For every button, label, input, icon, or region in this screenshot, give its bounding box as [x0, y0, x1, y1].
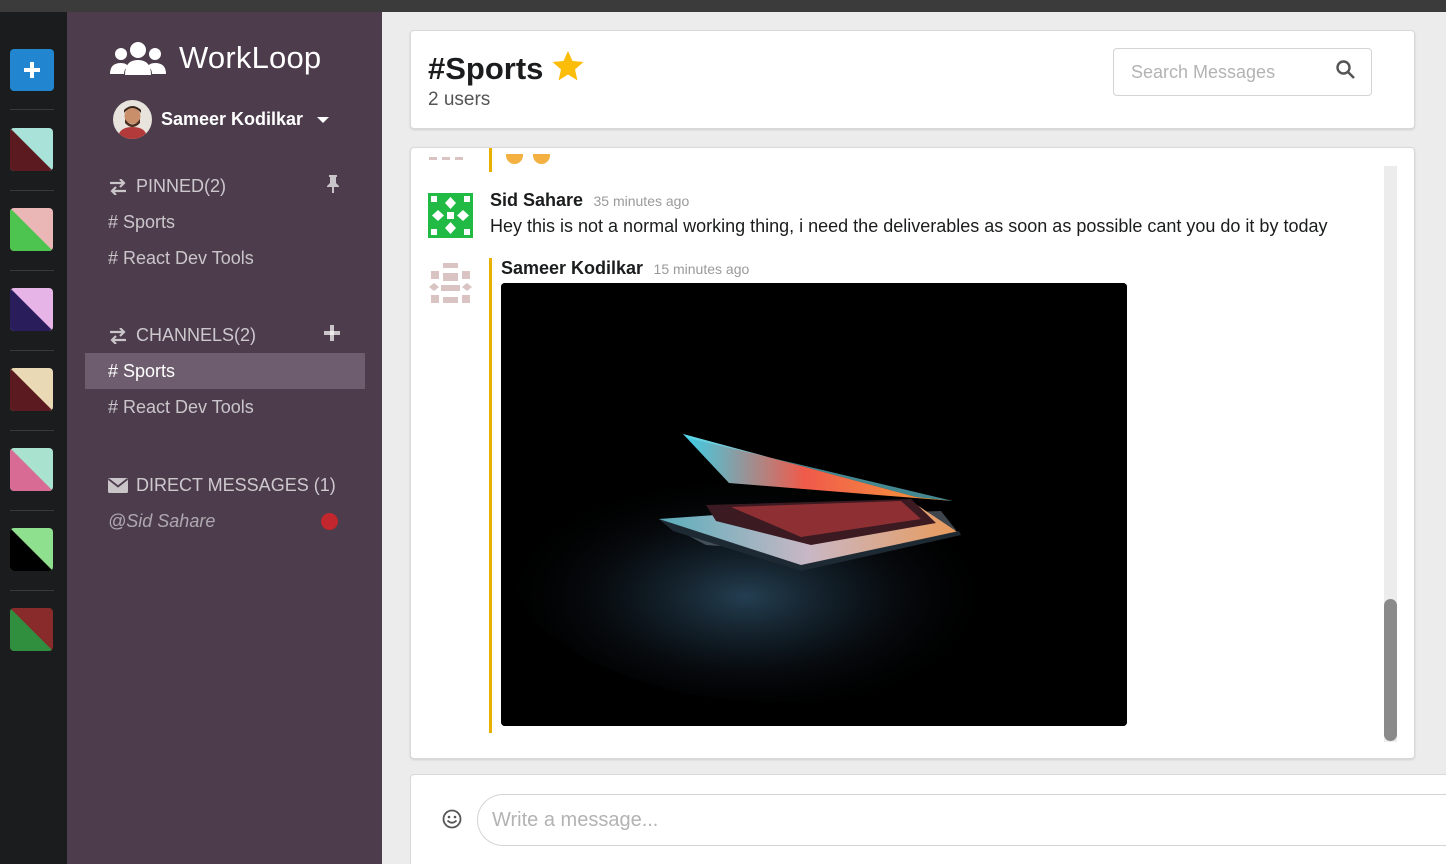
direct-messages-section-header: DIRECT MESSAGES (1)	[108, 475, 340, 496]
app-title: WorkLoop	[179, 40, 322, 75]
exchange-icon	[110, 327, 126, 344]
mail-icon	[108, 478, 128, 493]
scrollbar-thumb[interactable]	[1384, 599, 1397, 741]
rail-divider	[10, 350, 54, 351]
window-top-strip	[0, 0, 1446, 12]
channel-header: #Sports 2 users	[410, 30, 1415, 129]
message-header: Sameer Kodilkar 15 minutes ago	[501, 258, 749, 279]
channel-name: #Sports	[428, 50, 544, 86]
search-icon[interactable]	[1336, 60, 1355, 84]
search-box	[1113, 48, 1372, 96]
thread-bar	[489, 148, 492, 172]
previous-message-avatar	[428, 148, 488, 172]
search-input[interactable]	[1114, 52, 1324, 92]
team-swatch-5[interactable]	[10, 448, 53, 491]
channel-color-rail	[0, 12, 67, 864]
pinned-section-header: PINNED(2)	[108, 175, 340, 198]
dm-item-label: @Sid Sahare	[108, 510, 216, 531]
message-author[interactable]: Sameer Kodilkar	[501, 258, 643, 278]
channels-section-header: CHANNELS(2)	[108, 325, 340, 346]
rail-divider	[10, 190, 54, 191]
brand: WorkLoop	[109, 40, 321, 76]
user-count: 2 users	[428, 89, 491, 110]
message-composer	[410, 774, 1446, 864]
previous-message-emojis	[506, 154, 550, 164]
users-icon	[110, 42, 166, 75]
team-swatch-4[interactable]	[10, 368, 53, 411]
dm-item-sid-sahare[interactable]: @Sid Sahare	[85, 503, 365, 539]
user-name: Sameer Kodilkar	[161, 109, 304, 129]
rail-divider	[10, 270, 54, 271]
avatar	[113, 100, 152, 139]
exchange-icon	[110, 178, 126, 195]
message-text: Hey this is not a normal working thing, …	[490, 216, 1328, 236]
pinned-label: PINNED(2)	[136, 176, 227, 196]
direct-messages-label: DIRECT MESSAGES (1)	[136, 475, 336, 495]
rail-divider	[10, 590, 54, 591]
smile-icon[interactable]	[442, 809, 462, 834]
user-menu[interactable]: Sameer Kodilkar	[113, 100, 330, 139]
pinned-item-react-dev-tools[interactable]: # React Dev Tools	[85, 240, 365, 276]
channels-label: CHANNELS(2)	[136, 325, 257, 345]
star-icon[interactable]	[551, 50, 585, 87]
team-swatch-2[interactable]	[10, 208, 53, 251]
sidebar: WorkLoop Sameer Kodilkar PINNED(2) # Spo…	[67, 12, 382, 864]
message-timestamp: 15 minutes ago	[653, 261, 750, 277]
add-team-button[interactable]	[10, 49, 54, 91]
thread-bar	[489, 258, 492, 733]
team-swatch-1[interactable]	[10, 128, 53, 171]
rail-divider	[10, 510, 54, 511]
avatar	[428, 261, 473, 306]
rail-divider	[10, 109, 54, 110]
plus-icon	[24, 62, 40, 78]
team-swatch-6[interactable]	[10, 528, 53, 571]
thumbtack-icon	[326, 175, 340, 198]
plus-icon	[324, 325, 340, 341]
team-swatch-7[interactable]	[10, 608, 53, 651]
rail-divider	[10, 430, 54, 431]
channel-title-row: #Sports	[428, 50, 585, 87]
message-image[interactable]	[501, 283, 1127, 726]
message-list: Sid Sahare 35 minutes ago Hey this is no…	[410, 147, 1415, 759]
add-channel-button[interactable]	[324, 325, 340, 346]
message-input[interactable]	[477, 794, 1446, 846]
message-author[interactable]: Sid Sahare	[490, 190, 583, 210]
pinned-item-sports[interactable]: # Sports	[85, 204, 365, 240]
avatar	[428, 193, 473, 238]
channel-item-sports[interactable]: # Sports	[85, 353, 365, 389]
status-dot	[321, 513, 338, 530]
channel-item-react-dev-tools[interactable]: # React Dev Tools	[85, 389, 365, 425]
team-swatch-3[interactable]	[10, 288, 53, 331]
chevron-down-icon	[317, 116, 330, 123]
message-timestamp: 35 minutes ago	[593, 193, 690, 209]
